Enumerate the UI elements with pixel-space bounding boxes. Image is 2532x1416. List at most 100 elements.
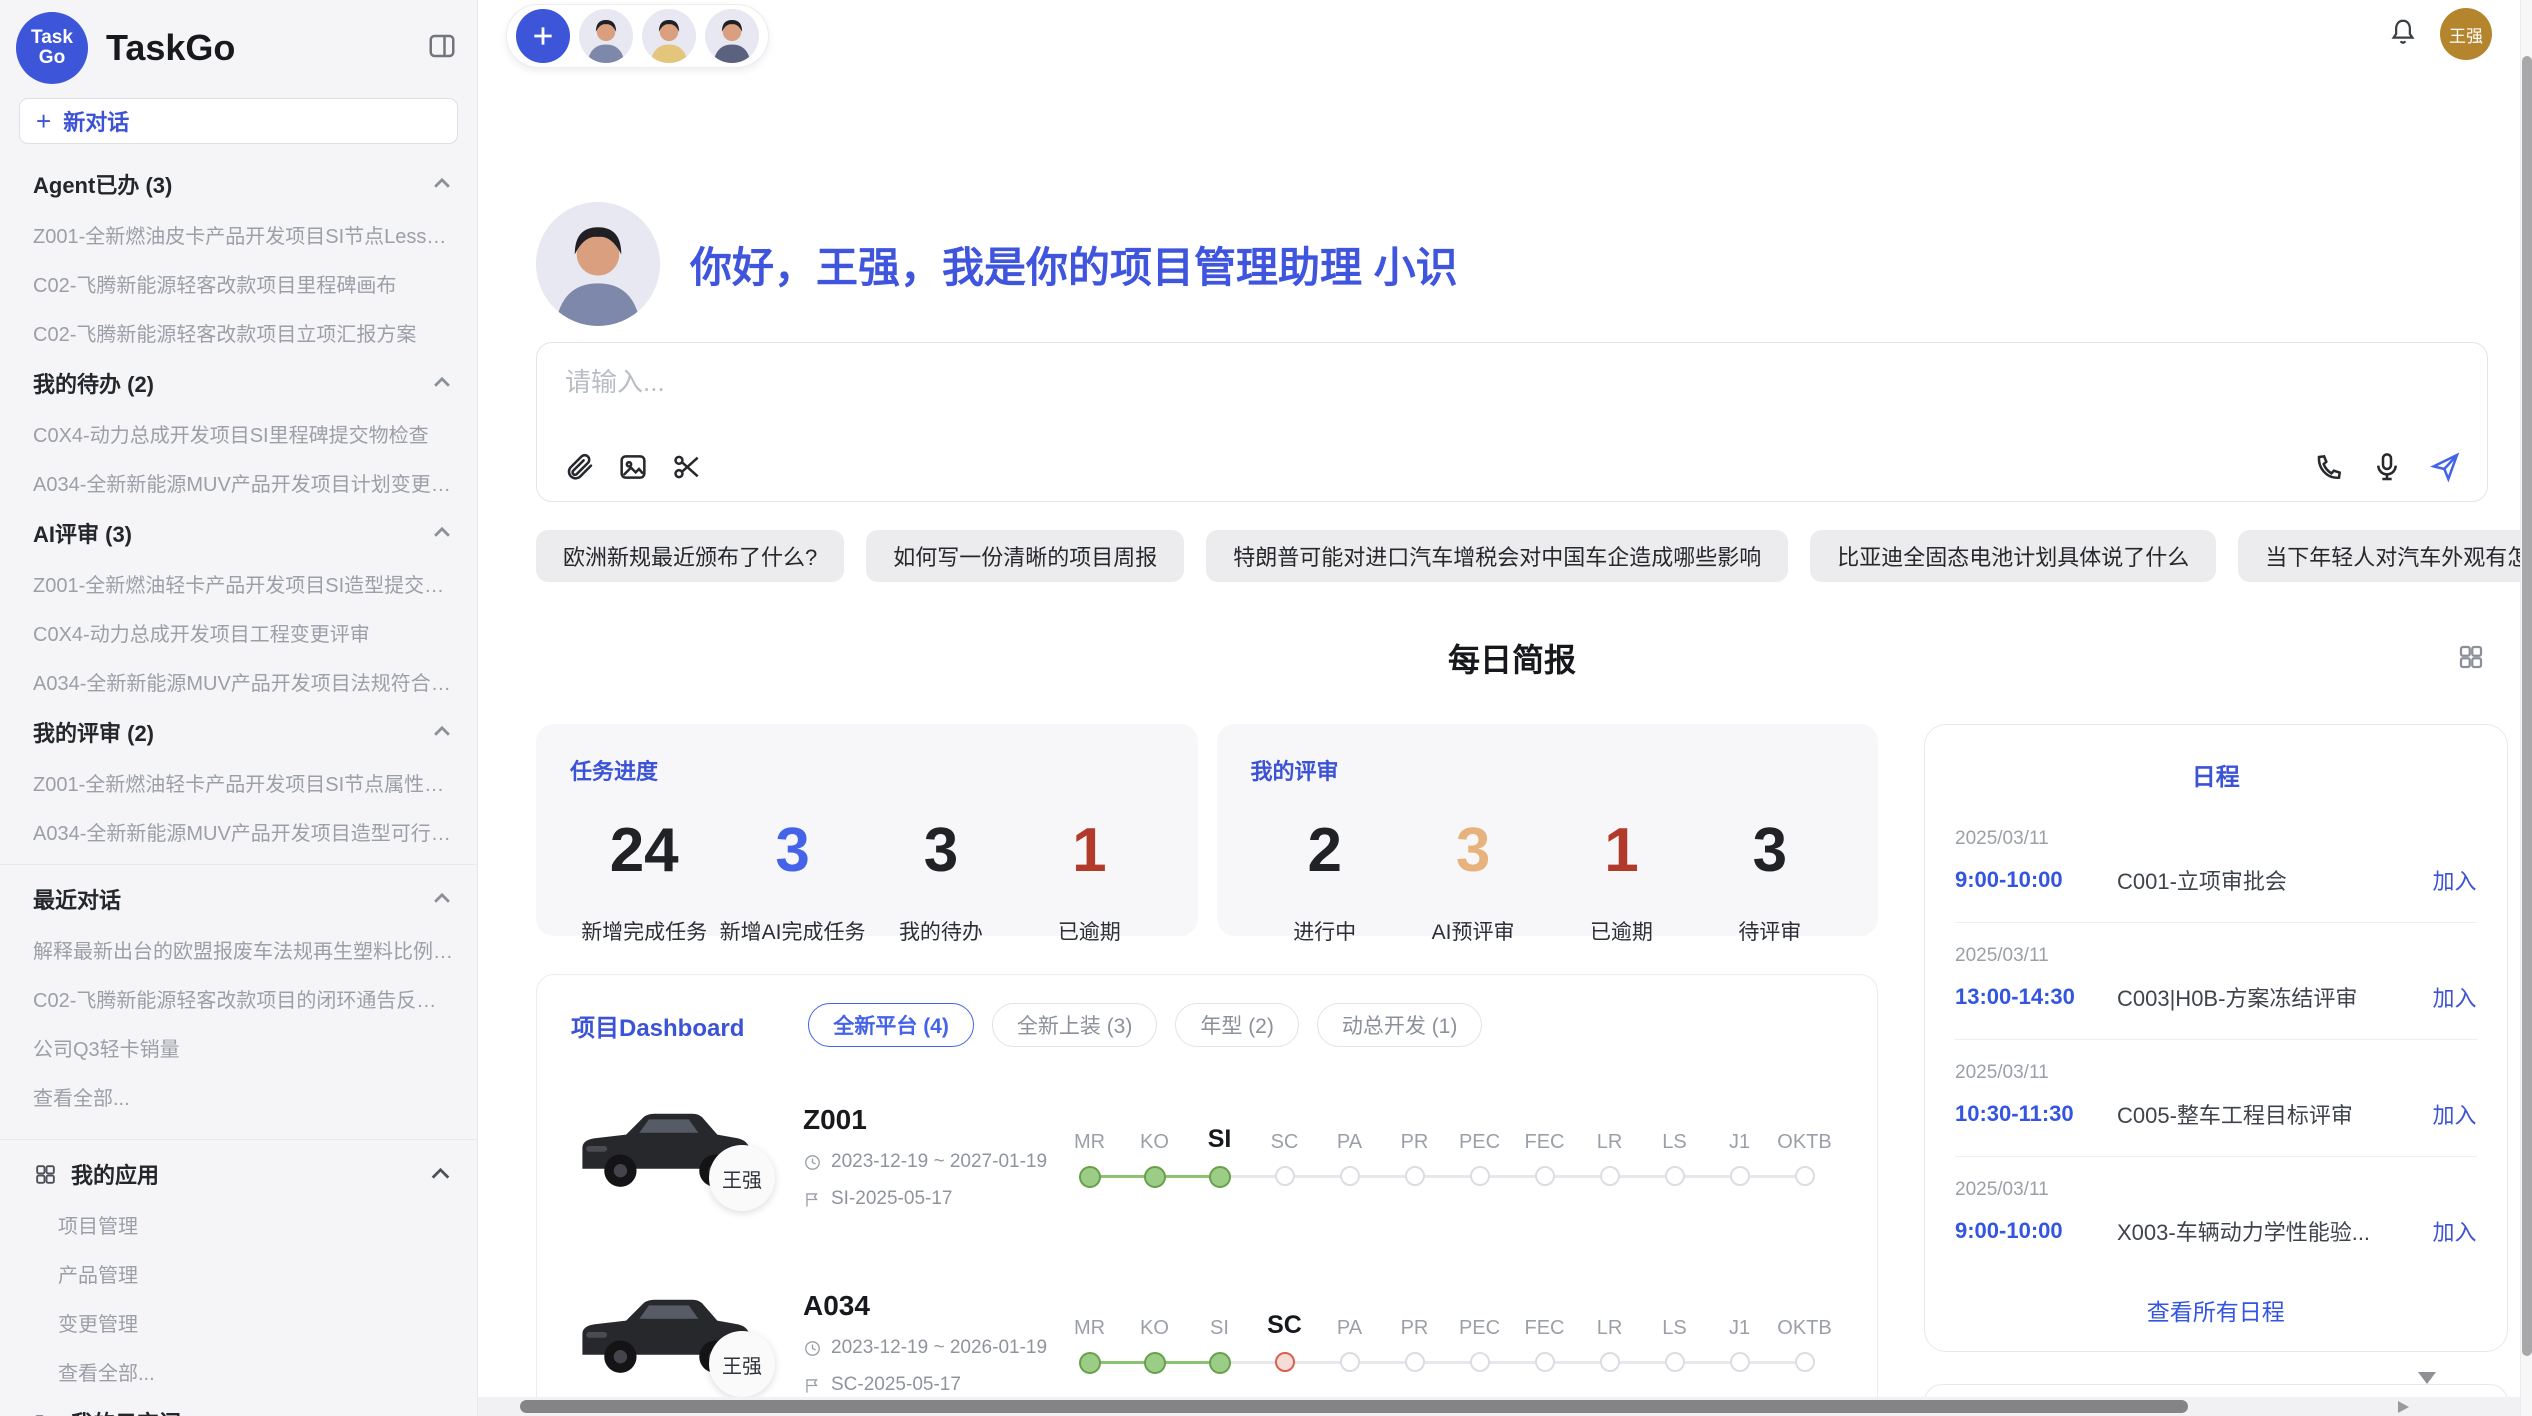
sidebar-section: 我的待办 (2) C0X4-动力总成开发项目SI里程碑提交物检查A034-全新新… <box>0 357 477 507</box>
vertical-scrollbar[interactable] <box>2520 0 2532 1416</box>
milestone-dot <box>1275 1352 1295 1372</box>
sidebar-item[interactable]: A034-全新新能源MUV产品开发项目法规符合性评审 <box>0 657 477 706</box>
user-avatar[interactable]: 王强 <box>2440 8 2492 60</box>
sidebar-section: 我的评审 (2) Z001-全新燃油轻卡产品开发项目SI节点属性5D文件评审A0… <box>0 706 477 856</box>
daily-brief-title: 每日简报 <box>1448 635 1576 681</box>
sidebar-section-header[interactable]: 最近对话 <box>0 873 477 925</box>
suggestion-chip[interactable]: 欧洲新规最近颁布了什么? <box>536 530 844 582</box>
milestone-dot <box>1665 1352 1685 1372</box>
sidebar-item[interactable]: A034-全新新能源MUV产品开发项目计划变更表编写 <box>0 458 477 507</box>
sidebar-item[interactable]: Z001-全新燃油皮卡产品开发项目SI节点Lesson Learn报告 <box>0 210 477 259</box>
dashboard-tab[interactable]: 年型 (2) <box>1175 1003 1299 1047</box>
sidebar-item[interactable]: C0X4-动力总成开发项目SI里程碑提交物检查 <box>0 409 477 458</box>
sidebar-item-my-apps[interactable]: 我的应用 <box>0 1148 477 1200</box>
scroll-down-arrow-icon[interactable] <box>2418 1372 2436 1384</box>
schedule-time: 13:00-14:30 <box>1955 984 2117 1010</box>
apps-grid-icon <box>33 1162 58 1187</box>
sidebar-sub-item[interactable]: 变更管理 <box>0 1298 477 1347</box>
sidebar-sub-item[interactable]: 产品管理 <box>0 1249 477 1298</box>
add-agent-button[interactable] <box>516 9 570 63</box>
sidebar-section: AI评审 (3) Z001-全新燃油轻卡产品开发项目SI造型提交物评审C0X4-… <box>0 507 477 706</box>
project-info: A034 2023-12-19 ~ 2026-01-19 SC-2025-05-… <box>789 1290 1057 1396</box>
scissors-icon[interactable] <box>671 451 703 483</box>
horizontal-scrollbar[interactable] <box>478 1397 2520 1416</box>
milestone-MR: MR <box>1057 1312 1122 1374</box>
agent-avatar-3[interactable] <box>705 9 759 63</box>
stat-card-title: 任务进度 <box>570 754 1164 786</box>
phone-icon[interactable] <box>2313 451 2345 483</box>
sidebar-item[interactable]: C0X4-动力总成开发项目工程变更评审 <box>0 608 477 657</box>
sidebar-item[interactable]: Z001-全新燃油轻卡产品开发项目SI节点属性5D文件评审 <box>0 758 477 807</box>
milestone-OKTB: OKTB <box>1772 1126 1837 1188</box>
stat: 3 我的待办 <box>867 820 1015 946</box>
agent-avatar-1[interactable] <box>579 9 633 63</box>
join-meeting-link[interactable]: 加入 <box>2433 864 2477 896</box>
dashboard-tab[interactable]: 动总开发 (1) <box>1317 1003 1483 1047</box>
main-area: 王强 你好，王强，我是你的项目管理助理 小识 <box>478 0 2532 1416</box>
project-image-wrap: 王强 <box>571 1087 789 1227</box>
schedule-card: 日程 2025/03/11 9:00-10:00 C001-立项审批会 加入 2… <box>1924 724 2508 1352</box>
join-meeting-link[interactable]: 加入 <box>2433 1098 2477 1130</box>
suggestion-chip[interactable]: 如何写一份清晰的项目周报 <box>866 530 1184 582</box>
divider <box>0 1139 477 1140</box>
horizontal-scrollbar-thumb[interactable] <box>520 1400 2188 1413</box>
sidebar-section-header[interactable]: Agent已办 (3) <box>0 158 477 210</box>
sidebar-sub-item[interactable]: 项目管理 <box>0 1200 477 1249</box>
sidebar-section-header[interactable]: 我的评审 (2) <box>0 706 477 758</box>
stat-values: 2 进行中 3 AI预评审 1 已逾期 3 待评审 <box>1251 820 1845 946</box>
greeting-text: 你好，王强，我是你的项目管理助理 小识 <box>690 234 1458 295</box>
schedule-row: 10:30-11:30 C005-整车工程目标评审 加入 <box>1955 1098 2477 1130</box>
sidebar-item[interactable]: C02-飞腾新能源轻客改款项目里程碑画布 <box>0 259 477 308</box>
new-chat-button[interactable]: + 新对话 <box>19 98 458 144</box>
milestone-dot <box>1209 1166 1231 1188</box>
vertical-scrollbar-thumb[interactable] <box>2522 56 2532 1356</box>
milestone-label: KO <box>1140 1126 1169 1166</box>
milestone-label: PR <box>1401 1312 1429 1352</box>
scroll-right-arrow-icon[interactable] <box>2398 1401 2409 1413</box>
milestone-label: PA <box>1337 1312 1362 1352</box>
milestone-label: SI <box>1208 1126 1232 1166</box>
dashboard-tab[interactable]: 全新平台 (4) <box>808 1003 974 1047</box>
chat-input[interactable] <box>565 367 2459 398</box>
sidebar-item[interactable]: 解释最新出台的欧盟报废车法规再生塑料比例被调至15%... <box>0 925 477 974</box>
collapse-sidebar-icon[interactable] <box>427 31 457 66</box>
schedule-time: 9:00-10:00 <box>1955 867 2117 893</box>
sidebar-item[interactable]: C02-飞腾新能源轻客改款项目立项汇报方案 <box>0 308 477 357</box>
paperclip-icon[interactable] <box>563 451 595 483</box>
view-all-schedule-link[interactable]: 查看所有日程 <box>1955 1293 2477 1327</box>
sidebar-item[interactable]: Z001-全新燃油轻卡产品开发项目SI造型提交物评审 <box>0 559 477 608</box>
suggestion-chip[interactable]: 当下年轻人对汽车外观有怎样的喜好趋势 <box>2238 530 2532 582</box>
microphone-icon[interactable] <box>2371 451 2403 483</box>
project-row[interactable]: 王强 A034 2023-12-19 ~ 2026-01-19 SC-2025-… <box>571 1267 1843 1416</box>
sidebar-item[interactable]: 公司Q3轻卡销量 <box>0 1023 477 1072</box>
sidebar-section: 最近对话 解释最新出台的欧盟报废车法规再生塑料比例被调至15%...C02-飞腾… <box>0 873 477 1121</box>
image-icon[interactable] <box>617 451 649 483</box>
stat-value: 3 <box>718 820 866 882</box>
sidebar-section-header[interactable]: AI评审 (3) <box>0 507 477 559</box>
schedule-name: C003|H0B-方案冻结评审 <box>2117 981 2419 1013</box>
sidebar-item[interactable]: C02-飞腾新能源轻客改款项目的闭环通告反馈情况 <box>0 974 477 1023</box>
view-all-link[interactable]: 查看全部... <box>0 1347 477 1396</box>
sidebar-item-cloud-space[interactable]: 我的云空间 <box>0 1396 477 1416</box>
notification-bell-icon[interactable] <box>2388 17 2418 52</box>
suggestion-chip[interactable]: 特朗普可能对进口汽车增税会对中国车企造成哪些影响 <box>1206 530 1788 582</box>
project-name: Z001 <box>803 1104 1057 1136</box>
suggestion-chip[interactable]: 比亚迪全固态电池计划具体说了什么 <box>1810 530 2216 582</box>
send-icon[interactable] <box>2429 451 2461 483</box>
clock-icon <box>803 1339 822 1358</box>
my-apps-label: 我的应用 <box>71 1158 428 1190</box>
sidebar-section-header[interactable]: 我的待办 (2) <box>0 357 477 409</box>
plus-icon: + <box>36 106 51 137</box>
agent-avatar-2[interactable] <box>642 9 696 63</box>
dashboard-tab[interactable]: 全新上装 (3) <box>992 1003 1158 1047</box>
stat: 1 已逾期 <box>1015 820 1163 946</box>
project-rows: 王强 Z001 2023-12-19 ~ 2027-01-19 SI-2025-… <box>571 1081 1843 1416</box>
join-meeting-link[interactable]: 加入 <box>2433 1215 2477 1247</box>
my-apps-items: 项目管理产品管理变更管理查看全部... <box>0 1200 477 1396</box>
sidebar-item[interactable]: A034-全新新能源MUV产品开发项目造型可行性评审 <box>0 807 477 856</box>
join-meeting-link[interactable]: 加入 <box>2433 981 2477 1013</box>
schedule-item: 2025/03/11 9:00-10:00 X003-车辆动力学性能验... 加… <box>1955 1156 2477 1273</box>
layout-grid-icon[interactable] <box>2456 642 2486 677</box>
view-all-link[interactable]: 查看全部... <box>0 1072 477 1121</box>
project-row[interactable]: 王强 Z001 2023-12-19 ~ 2027-01-19 SI-2025-… <box>571 1081 1843 1233</box>
